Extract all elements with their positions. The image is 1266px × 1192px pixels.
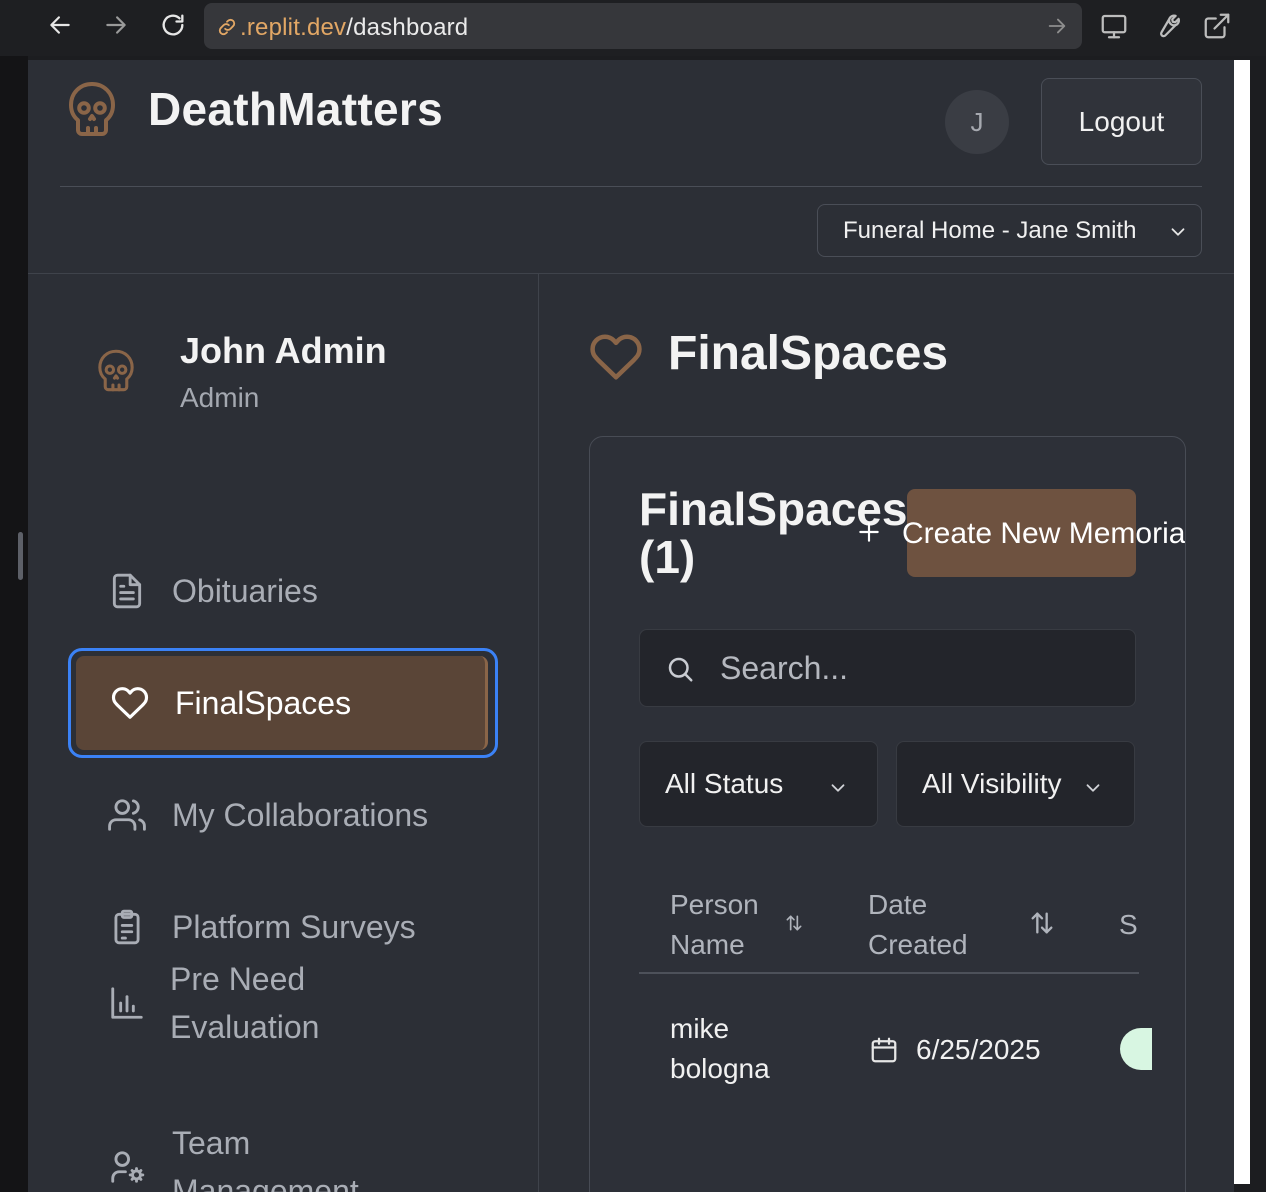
address-bar[interactable]: .replit.dev/dashboard [204, 3, 1082, 49]
chevron-down-icon [1082, 774, 1104, 806]
clipboard-icon [108, 908, 146, 946]
search-icon [665, 654, 695, 689]
wrench-icon[interactable] [1149, 9, 1183, 43]
user-name: John Admin [180, 330, 387, 371]
plus-icon[interactable] [856, 519, 882, 550]
resize-handle[interactable] [18, 532, 23, 580]
status-filter-value: All Status [665, 768, 784, 799]
avatar[interactable]: J [945, 90, 1009, 154]
page-title: FinalSpaces [668, 327, 949, 380]
sidebar-item-team-management[interactable]: Team Management [68, 1114, 496, 1192]
sort-icon[interactable] [784, 913, 804, 938]
app-root: DeathMatters J Logout Funeral Home - Jan… [28, 60, 1234, 1192]
logout-button[interactable]: Logout [1041, 78, 1202, 165]
sidebar: John Admin Admin Obituaries FinalSpaces … [28, 274, 539, 1192]
go-arrow-icon[interactable] [1046, 15, 1068, 42]
user-role: Admin [180, 382, 260, 413]
sidebar-item-label: Team Management [172, 1125, 359, 1192]
back-arrow-icon[interactable] [44, 9, 76, 41]
sidebar-item-my-collaborations[interactable]: My Collaborations [68, 762, 496, 868]
app-header: DeathMatters J Logout Funeral Home - Jan… [28, 60, 1234, 274]
status-filter-select[interactable]: All Status [639, 741, 878, 827]
link-icon [216, 16, 238, 43]
monitor-icon[interactable] [1097, 9, 1131, 43]
sidebar-item-pre-need-evaluation[interactable]: Pre Need Evaluation [68, 950, 496, 1056]
calendar-icon [869, 1035, 899, 1070]
url-path: /dashboard [346, 14, 469, 41]
status-badge [1120, 1028, 1152, 1070]
url-domain: .replit.dev [240, 14, 347, 41]
sidebar-item-label: My Collaborations [172, 797, 429, 833]
sidebar-item-label: Obituaries [172, 573, 318, 609]
window-right-edge [1250, 56, 1266, 1192]
chevron-down-icon [1167, 221, 1189, 250]
heart-icon [589, 330, 643, 389]
sidebar-item-obituaries[interactable]: Obituaries [68, 538, 496, 644]
organization-select[interactable]: Funeral Home - Jane Smith [817, 204, 1202, 257]
open-external-icon[interactable] [1200, 9, 1234, 43]
reload-icon[interactable] [157, 9, 189, 41]
window-left-edge [0, 56, 28, 1192]
create-new-memorial-label[interactable]: Create New Memorial [902, 517, 1185, 551]
sidebar-item-label: Pre Need Evaluation [170, 961, 320, 1045]
main-content: FinalSpaces FinalSpaces (1) Create New M… [539, 274, 1234, 1192]
column-header-person-name[interactable]: Person Name [670, 885, 780, 965]
skull-logo-icon [66, 80, 118, 147]
visibility-filter-value: All Visibility [922, 768, 1062, 799]
bar-chart-icon [108, 984, 146, 1022]
column-header-date-created[interactable]: Date Created [868, 885, 998, 965]
user-gear-icon [108, 1148, 146, 1186]
brand-title[interactable]: DeathMatters [148, 82, 443, 136]
finalspaces-card: FinalSpaces (1) Create New Memorial All … [589, 436, 1186, 1192]
visibility-filter-select[interactable]: All Visibility [896, 741, 1135, 827]
users-icon [108, 796, 146, 834]
sidebar-item-label: FinalSpaces [175, 685, 352, 721]
skull-avatar-icon [96, 348, 136, 401]
organization-select-value: Funeral Home - Jane Smith [843, 216, 1137, 244]
document-icon [108, 572, 146, 610]
url-text: .replit.dev/dashboard [240, 14, 468, 42]
header-divider [60, 186, 1202, 187]
chevron-down-icon [827, 774, 849, 806]
date-created-cell: 6/25/2025 [916, 1034, 1041, 1065]
forward-arrow-icon[interactable] [100, 9, 132, 41]
search-input[interactable] [720, 646, 1100, 690]
person-name-cell[interactable]: mike bologna [670, 1009, 800, 1089]
sort-icon[interactable] [1028, 909, 1056, 942]
search-field[interactable] [639, 629, 1136, 707]
scrollbar-track[interactable] [1234, 60, 1250, 1184]
sidebar-item-finalspaces[interactable]: FinalSpaces [68, 648, 498, 758]
column-header-status[interactable]: S [1119, 905, 1138, 945]
browser-toolbar: .replit.dev/dashboard [0, 0, 1266, 56]
sidebar-item-label: Platform Surveys [172, 909, 416, 945]
table-header-divider [639, 972, 1139, 974]
heart-icon [111, 684, 149, 722]
